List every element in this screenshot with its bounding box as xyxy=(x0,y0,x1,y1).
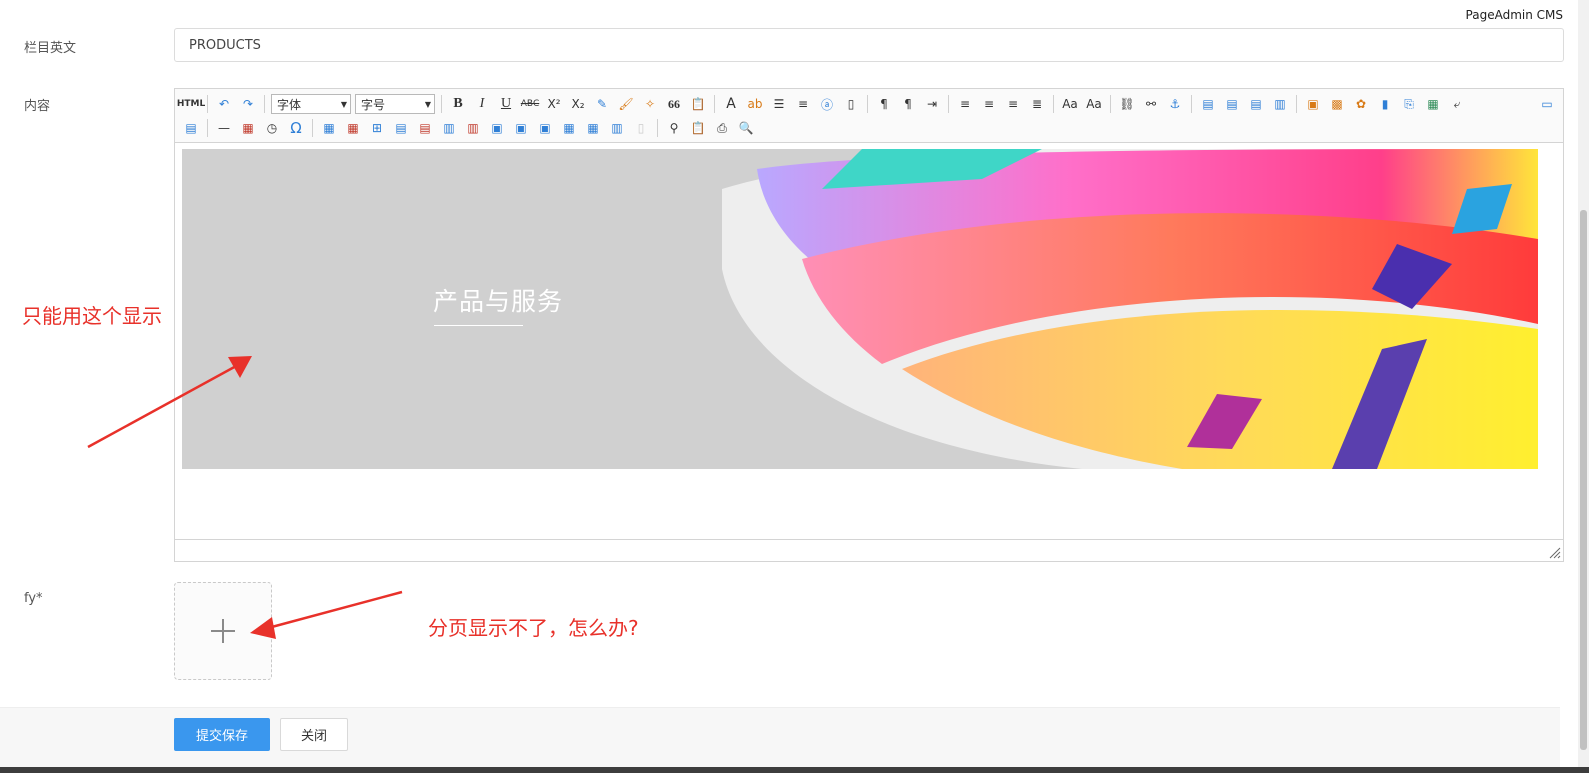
arrow-annotation-left xyxy=(87,356,252,449)
taskbar-strip xyxy=(0,767,1589,773)
close-button[interactable]: 关闭 xyxy=(280,718,348,751)
page-root: PageAdmin CMS 栏目英文 内容 HTML ↶ ↷ 字体 ▼ 字号 ▼ xyxy=(0,0,1589,773)
arrow-annotation-right xyxy=(250,590,403,639)
submit-save-button[interactable]: 提交保存 xyxy=(174,718,270,751)
scrollbar-thumb[interactable] xyxy=(1580,210,1587,750)
annotation-arrows xyxy=(87,356,403,639)
